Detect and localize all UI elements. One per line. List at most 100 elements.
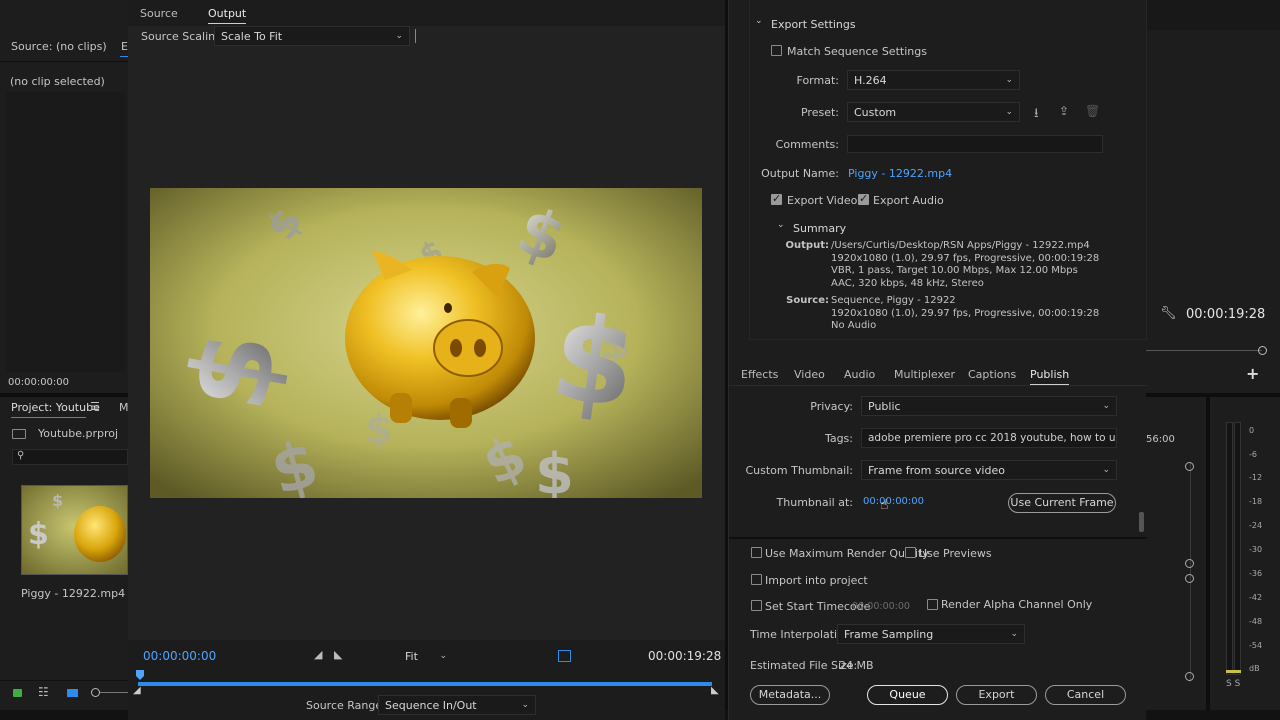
project-search-field[interactable]: ⚲ [12,449,128,465]
tab-publish[interactable]: Publish [1030,368,1070,385]
comments-field[interactable] [847,135,1103,153]
match-sequence-checkbox[interactable] [771,45,782,56]
format-dropdown[interactable]: H.264 ⌄ [847,70,1020,90]
tab-multiplexer[interactable]: Multiplexer [894,368,955,381]
meter-solo-buttons[interactable]: S S [1226,679,1240,689]
set-in-point-icon[interactable]: ◢ [314,648,322,661]
program-header [1146,0,1280,30]
in-point-marker[interactable]: ◢ [133,685,141,696]
delete-preset-icon[interactable]: 🗑︎ [1085,104,1100,118]
meter-tick-4: -24 [1249,521,1263,530]
tab-source[interactable]: Source [140,7,178,20]
clip-name: Piggy - 12922.mp4 [21,587,126,600]
privacy-label: Privacy: [810,400,853,413]
clip-thumbnail[interactable]: $ $ [21,485,128,575]
set-start-timecode-checkbox[interactable] [751,600,762,611]
wrench-icon[interactable]: 🔧︎ [1160,306,1177,321]
meter-tick-3: -18 [1249,497,1263,506]
summary-collapse-icon[interactable]: ⌄ [777,220,785,230]
track-slider-4[interactable] [1185,672,1194,681]
preset-label: Preset: [800,106,839,119]
track-slider-3[interactable] [1185,574,1194,583]
import-project-checkbox[interactable] [751,574,762,585]
tab-output[interactable]: Output [208,7,247,24]
source-tab-label[interactable]: Source: (no clips) [11,40,107,53]
time-interpolation-dropdown[interactable]: Frame Sampling ⌄ [837,624,1025,644]
meter-tick-7: -42 [1249,593,1263,602]
metadata-button[interactable]: Metadata... [750,685,830,705]
set-out-point-icon[interactable]: ◣ [334,648,342,661]
export-settings-collapse-icon[interactable]: ⌄ [755,16,763,26]
tab-audio[interactable]: Audio [844,368,875,381]
track-slider-2[interactable] [1185,559,1194,568]
save-preset-icon[interactable]: ⭳ [1034,104,1039,126]
project-panel-title[interactable]: Project: Youtube [11,401,100,414]
program-scrub-bar[interactable] [1146,350,1262,351]
preset-dropdown[interactable]: Custom ⌄ [847,102,1020,122]
preview-scrub-track[interactable] [138,682,712,686]
custom-thumbnail-value: Frame from source video [868,464,1005,477]
track-slider-1[interactable] [1185,462,1194,471]
custom-thumbnail-dropdown[interactable]: Frame from source video ⌄ [861,460,1117,480]
preview-controls: 00:00:00:00 ◢ ◣ Fit ⌄ 00:00:19:28 ◢ ◣ So… [128,640,725,720]
export-audio-label[interactable]: Export Audio [873,194,944,207]
settings-scrollbar[interactable] [1139,512,1144,532]
source-scaling-dropdown[interactable]: Scale To Fit ⌄ [214,26,410,46]
source-panel-body [6,92,126,372]
timeline-track-divider [1190,462,1191,682]
zoom-slider-handle[interactable] [91,688,100,697]
match-sequence-label[interactable]: Match Sequence Settings [787,45,927,58]
crop-divider [415,29,416,43]
output-name-link[interactable]: Piggy - 12922.mp4 [848,167,952,180]
use-previews-label[interactable]: Use Previews [919,547,992,560]
thumbnail-at-timecode[interactable]: 00:00:00:00 [863,496,924,507]
time-interpolation-value: Frame Sampling [844,628,934,641]
lock-icon[interactable] [13,689,22,697]
summary-source-line-1: Sequence, Piggy - 12922 [831,295,956,306]
cancel-button[interactable]: Cancel [1045,685,1126,705]
summary-output-line-3: VBR, 1 pass, Target 10.00 Mbps, Max 12.0… [831,265,1078,276]
queue-button[interactable]: Queue [867,685,948,705]
project-menu-icon[interactable]: ☰ [90,400,100,413]
icon-view-icon[interactable] [67,689,78,697]
list-view-icon[interactable]: ☷ [38,685,49,699]
chevron-down-icon: ⌄ [395,31,403,41]
fit-dropdown[interactable]: Fit ⌄ [398,646,454,666]
project-tab-underline [11,417,86,418]
source-scaling-value: Scale To Fit [221,30,283,43]
effect-controls-tab-stub[interactable]: E [121,40,128,53]
meter-tick-0: 0 [1249,426,1255,435]
import-preset-icon[interactable]: ⇪ [1059,104,1069,118]
max-render-quality-checkbox[interactable] [751,547,762,558]
summary-source-line-2: 1920x1080 (1.0), 29.97 fps, Progressive,… [831,307,1100,319]
export-video-checkbox[interactable] [771,192,782,205]
use-previews-checkbox[interactable] [905,547,916,558]
preview-current-timecode[interactable]: 00:00:00:00 [143,649,216,663]
tab-effects[interactable]: Effects [741,368,778,381]
tags-value: adobe premiere pro cc 2018 youtube, how … [868,432,1116,444]
export-audio-checkbox[interactable] [858,192,869,205]
privacy-dropdown[interactable]: Public ⌄ [861,396,1117,416]
aspect-toggle-icon[interactable] [558,650,571,662]
tab-video[interactable]: Video [794,368,825,381]
export-video-label[interactable]: Export Video [787,194,857,207]
export-button[interactable]: Export [956,685,1037,705]
tab-captions[interactable]: Captions [968,368,1016,381]
preset-value: Custom [854,106,897,119]
render-alpha-checkbox[interactable] [927,599,938,610]
start-timecode-value: 00:00:00:00 [852,601,910,612]
program-scrub-handle[interactable] [1258,346,1267,355]
comments-label: Comments: [775,138,839,151]
summary-source-line-3: No Audio [831,320,877,331]
tags-field[interactable]: adobe premiere pro cc 2018 youtube, how … [861,428,1117,448]
source-range-dropdown[interactable]: Sequence In/Out ⌄ [378,695,536,715]
out-point-marker[interactable]: ◣ [711,685,719,696]
output-video-frame: $ $ $ $ $ $ $ $ $ $ [150,188,702,498]
render-alpha-label[interactable]: Render Alpha Channel Only [941,598,1092,611]
timeline-bg: 56:00 [1146,397,1206,710]
playhead-marker[interactable] [136,670,144,680]
import-project-label[interactable]: Import into project [765,574,868,587]
add-button-icon[interactable]: + [1246,364,1259,383]
use-current-frame-button[interactable]: Use Current Frame [1008,493,1116,513]
zoom-slider-track[interactable] [100,692,128,693]
